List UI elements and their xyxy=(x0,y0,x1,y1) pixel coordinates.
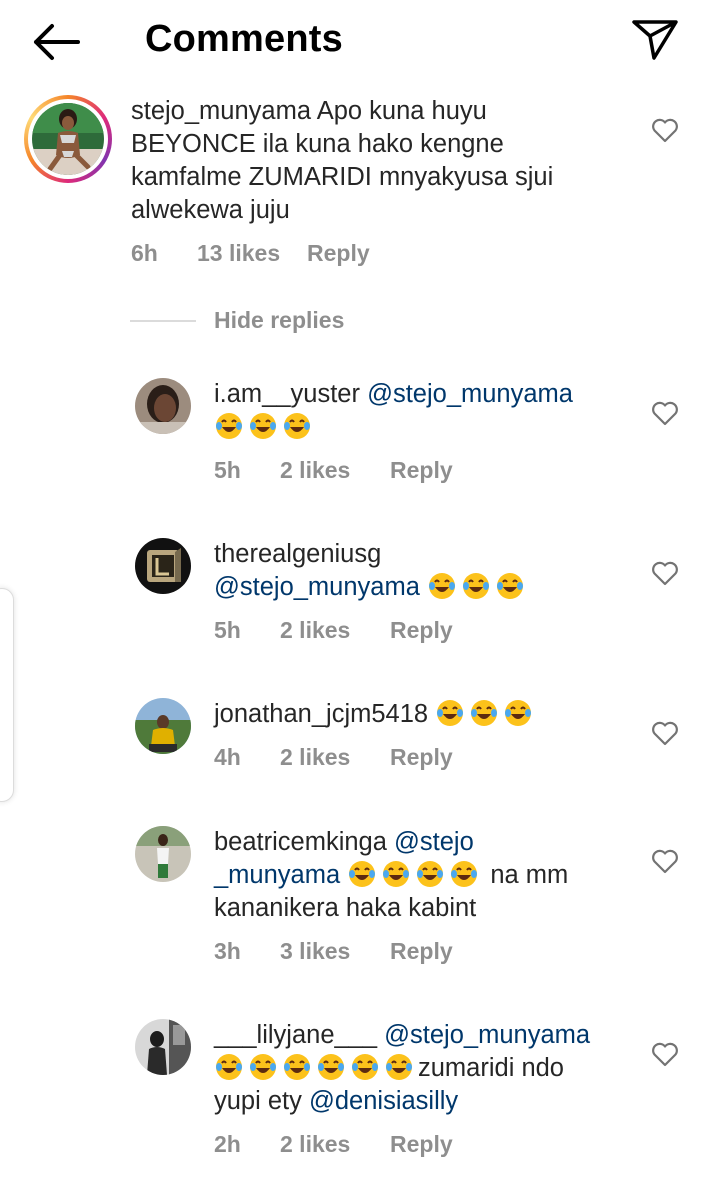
comment-username[interactable]: ___lilyjane___ xyxy=(214,1021,377,1049)
share-button[interactable] xyxy=(630,18,680,62)
comment-time: 3h xyxy=(214,938,241,964)
comment-text: beatricemkinga @stejo _munyama na mm kan… xyxy=(214,826,634,925)
comment-text: stejo_munyama Apo kuna huyu BEYONCE ila … xyxy=(131,95,611,227)
comment-username[interactable]: stejo_munyama xyxy=(131,97,311,125)
laughing-emoji-icon xyxy=(214,411,244,441)
comment-likes[interactable]: 2 likes xyxy=(280,1131,390,1158)
comment-text: therealgeniusg @stejo_munyama xyxy=(214,538,634,604)
comment-likes[interactable]: 2 likes xyxy=(280,617,390,644)
comment-likes[interactable]: 2 likes xyxy=(280,457,390,484)
laughing-emoji-icon xyxy=(449,859,479,889)
comment-time: 5h xyxy=(214,617,241,643)
reply-button[interactable]: Reply xyxy=(307,240,370,267)
heart-icon[interactable] xyxy=(651,400,679,426)
comment-meta: 4h 2 likes Reply xyxy=(214,744,453,771)
comment-likes[interactable]: 13 likes xyxy=(197,240,307,267)
laughing-emoji-icon xyxy=(381,859,411,889)
mention-link[interactable]: @stejo xyxy=(394,828,474,856)
side-panel-handle[interactable] xyxy=(0,588,14,802)
laughing-emoji-icon xyxy=(214,1052,244,1082)
laughing-emoji-icon xyxy=(461,571,491,601)
heart-icon[interactable] xyxy=(651,720,679,746)
mention-link[interactable]: @stejo_munyama xyxy=(214,573,420,601)
comment-meta: 5h 2 likes Reply xyxy=(214,457,453,484)
reply-button[interactable]: Reply xyxy=(390,1131,453,1158)
avatar-image xyxy=(135,538,191,594)
laughing-emoji-icon xyxy=(435,698,465,728)
heart-icon[interactable] xyxy=(651,1041,679,1067)
reply-button[interactable]: Reply xyxy=(390,744,453,771)
page-title: Comments xyxy=(145,18,343,60)
laughing-emoji-icon xyxy=(469,698,499,728)
avatar-image xyxy=(135,698,191,754)
comment-time: 6h xyxy=(131,240,158,266)
comment-username[interactable]: therealgeniusg xyxy=(214,540,381,568)
comment-meta: 2h 2 likes Reply xyxy=(214,1131,453,1158)
comment-text: i.am__yuster @stejo_munyama xyxy=(214,378,634,444)
heart-icon[interactable] xyxy=(651,560,679,586)
laughing-emoji-icon xyxy=(347,859,377,889)
laughing-emoji-icon xyxy=(316,1052,346,1082)
mention-link[interactable]: @stejo_munyama xyxy=(367,380,573,408)
avatar[interactable] xyxy=(135,378,191,434)
avatar[interactable] xyxy=(135,698,191,754)
laughing-emoji-icon xyxy=(282,1052,312,1082)
arrow-left-icon xyxy=(34,24,80,60)
reply-button[interactable]: Reply xyxy=(390,617,453,644)
comment-meta: 6h 13 likes Reply xyxy=(131,240,370,267)
avatar-image xyxy=(135,378,191,434)
comment-time: 5h xyxy=(214,457,241,483)
avatar-image xyxy=(32,103,104,175)
avatar[interactable] xyxy=(135,826,191,882)
avatar[interactable] xyxy=(135,1019,191,1075)
reply-button[interactable]: Reply xyxy=(390,457,453,484)
comment-username[interactable]: i.am__yuster xyxy=(214,380,360,408)
hide-replies-label: Hide replies xyxy=(214,307,345,333)
comment-meta: 3h 3 likes Reply xyxy=(214,938,453,965)
hide-replies-button[interactable]: Hide replies xyxy=(130,307,370,337)
laughing-emoji-icon xyxy=(248,411,278,441)
back-button[interactable] xyxy=(30,22,82,62)
comment-body-line3: yupi ety xyxy=(214,1087,309,1115)
laughing-emoji-icon xyxy=(384,1052,414,1082)
laughing-emoji-icon xyxy=(282,411,312,441)
mention-link-continued[interactable]: _munyama xyxy=(214,861,340,889)
comment-username[interactable]: beatricemkinga xyxy=(214,828,387,856)
comment-time: 4h xyxy=(214,744,241,770)
avatar[interactable] xyxy=(24,95,112,183)
mention-link[interactable]: @stejo_munyama xyxy=(384,1021,590,1049)
comment-meta: 5h 2 likes Reply xyxy=(214,617,453,644)
avatar[interactable] xyxy=(135,538,191,594)
paper-plane-icon xyxy=(632,20,678,60)
laughing-emoji-icon xyxy=(503,698,533,728)
comment-likes[interactable]: 3 likes xyxy=(280,938,390,965)
avatar-image xyxy=(135,826,191,882)
heart-icon[interactable] xyxy=(651,117,679,143)
comment-username[interactable]: jonathan_jcjm5418 xyxy=(214,700,428,728)
comment-body: zumaridi ndo xyxy=(418,1054,564,1082)
comment-text: jonathan_jcjm5418 xyxy=(214,698,634,731)
comment-body-line2: kananikera haka kabint xyxy=(214,894,477,922)
heart-icon[interactable] xyxy=(651,848,679,874)
comment-text: ___lilyjane___ @stejo_munyama zumaridi n… xyxy=(214,1019,644,1118)
comment-likes[interactable]: 2 likes xyxy=(280,744,390,771)
avatar-image xyxy=(135,1019,191,1075)
laughing-emoji-icon xyxy=(350,1052,380,1082)
reply-button[interactable]: Reply xyxy=(390,938,453,965)
comment-time: 2h xyxy=(214,1131,241,1157)
header-bar: Comments xyxy=(0,0,720,84)
divider-line xyxy=(130,320,196,322)
laughing-emoji-icon xyxy=(495,571,525,601)
comment-body: na mm xyxy=(490,861,569,889)
mention-link[interactable]: @denisiasilly xyxy=(309,1087,458,1115)
laughing-emoji-icon xyxy=(427,571,457,601)
laughing-emoji-icon xyxy=(248,1052,278,1082)
laughing-emoji-icon xyxy=(415,859,445,889)
